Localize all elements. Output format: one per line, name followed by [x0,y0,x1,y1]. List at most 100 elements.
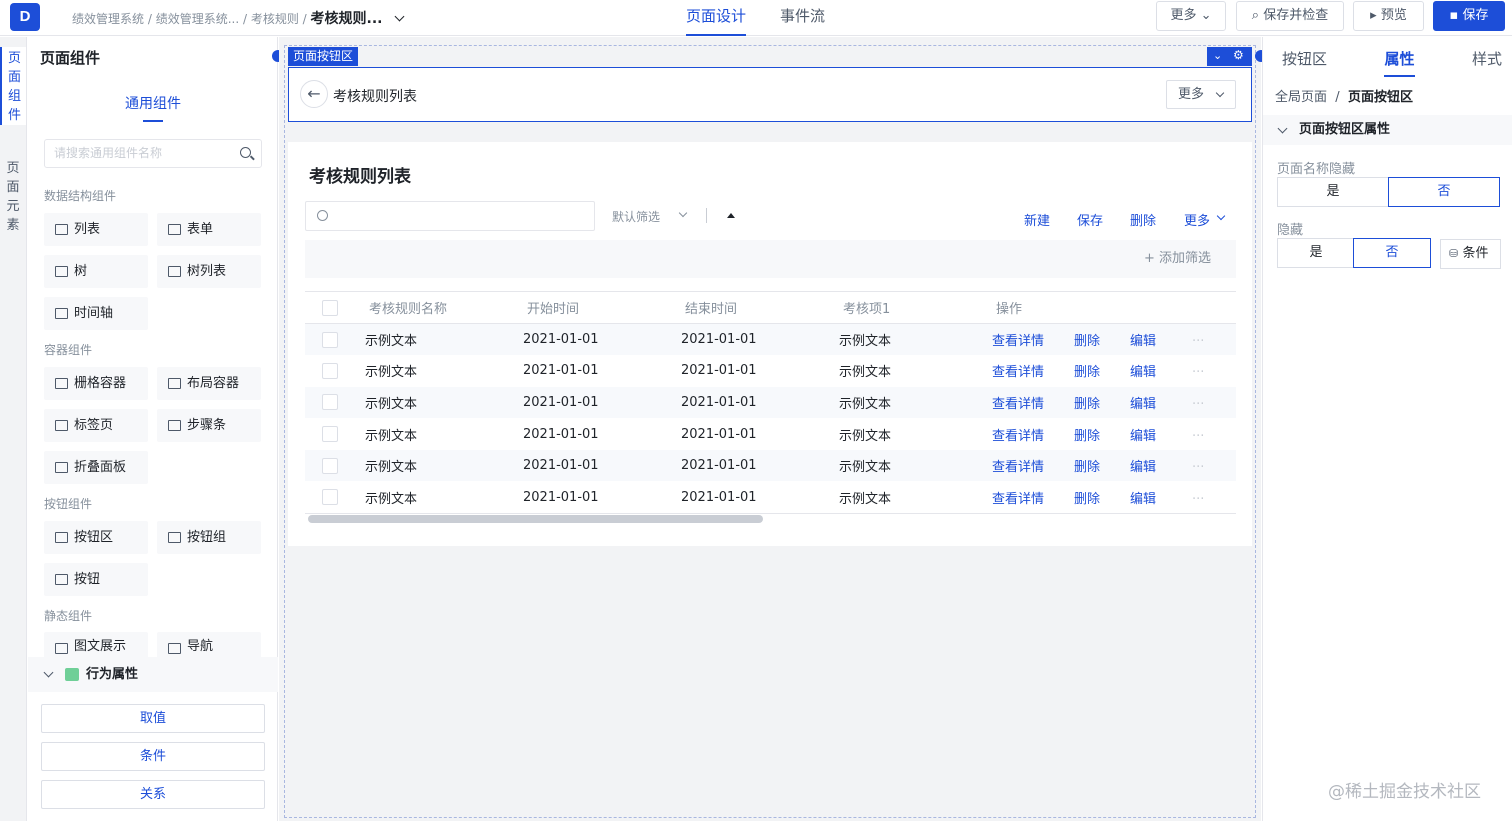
view-detail-link[interactable]: 查看详情 [992,334,1044,349]
tab-style[interactable]: 样式 [1472,48,1502,77]
vtab-page-elements[interactable]: 页面元素 [0,159,26,237]
preview-button[interactable]: ▸ 预览 [1353,1,1424,31]
view-detail-link[interactable]: 查看详情 [992,365,1044,380]
sort-up-icon[interactable] [727,213,735,218]
tab-event-flow[interactable]: 事件流 [780,0,825,36]
table-row[interactable]: 示例文本 2021-01-01 2021-01-01 示例文本 查看详情 删除 编辑 ··· [305,323,1236,356]
design-canvas[interactable]: 页面按钮区 ⌄ ⚙ ← 考核规则列表 更多 考核规则列表 默认筛选 新建 保存 … [279,37,1261,821]
component-navigation[interactable]: 导航 [157,632,261,658]
row-edit-link[interactable]: 编辑 [1130,429,1156,444]
save-button[interactable]: ▪ 保存 [1433,1,1505,31]
collapse-icon[interactable]: ⌄ [1213,49,1222,62]
component-timeline[interactable]: 时间轴 [44,297,148,330]
table-row[interactable]: 示例文本 2021-01-01 2021-01-01 示例文本 查看详情 删除 编辑 ··· [305,418,1236,450]
view-detail-link[interactable]: 查看详情 [992,460,1044,475]
breadcrumb-current[interactable]: 考核规则... [311,11,383,27]
column-header[interactable]: 考核项1 [829,291,982,324]
component-image-text[interactable]: 图文展示 [44,632,148,658]
column-header[interactable]: 开始时间 [513,291,671,324]
row-delete-link[interactable]: 删除 [1074,429,1100,444]
hide-yes[interactable]: 是 [1277,238,1355,268]
default-filter-select[interactable]: 默认筛选 [612,208,660,225]
more-dots-icon[interactable]: ··· [1192,397,1204,412]
tab-page-design[interactable]: 页面设计 [686,0,747,36]
row-checkbox[interactable] [322,362,338,379]
save-check-button[interactable]: ⌕ 保存并检查 [1236,1,1344,31]
view-detail-link[interactable]: 查看详情 [992,429,1044,444]
hide-name-yes[interactable]: 是 [1277,177,1389,207]
select-all-checkbox[interactable] [322,299,338,316]
page-button-area[interactable]: ← 考核规则列表 更多 [288,67,1252,122]
table-search-input[interactable] [305,201,595,231]
crumb-root[interactable]: 全局页面 [1275,90,1327,105]
table-row[interactable]: 示例文本 2021-01-01 2021-01-01 示例文本 查看详情 删除 编辑 ··· [305,449,1236,482]
component-collapse[interactable]: 折叠面板 [44,451,148,484]
component-grid-container[interactable]: 栅格容器 [44,367,148,400]
component-list[interactable]: 列表 [44,213,148,246]
tab-properties[interactable]: 属性 [1384,48,1415,77]
row-checkbox[interactable] [322,331,338,348]
value-button[interactable]: 取值 [41,704,265,733]
component-steps[interactable]: 步骤条 [157,409,261,442]
chevron-down-icon[interactable] [395,11,405,22]
table-row[interactable]: 示例文本 2021-01-01 2021-01-01 示例文本 查看详情 删除 编辑 ··· [305,355,1236,387]
row-edit-link[interactable]: 编辑 [1130,365,1156,380]
page-more-button[interactable]: 更多 [1166,80,1236,109]
condition-button[interactable]: ⛁ 条件 [1440,239,1501,269]
horizontal-scrollbar[interactable] [308,515,763,523]
component-tabs[interactable]: 标签页 [44,409,148,442]
row-checkbox[interactable] [322,394,338,411]
search-icon[interactable] [240,147,251,158]
more-dots-icon[interactable]: ··· [1192,365,1204,380]
row-delete-link[interactable]: 删除 [1074,397,1100,412]
view-detail-link[interactable]: 查看详情 [992,492,1044,507]
tab-common-components[interactable]: 通用组件 [28,93,278,122]
breadcrumb-item[interactable]: 绩效管理系统... [156,12,239,26]
row-checkbox[interactable] [322,489,338,506]
row-checkbox[interactable] [322,426,338,443]
selected-component-label[interactable]: 页面按钮区 [288,47,359,66]
gear-icon[interactable]: ⚙ [1233,48,1244,62]
property-section-header[interactable]: 页面按钮区属性 [1263,115,1512,145]
component-search-input[interactable]: 请搜索通用组件名称 [44,139,262,168]
delete-action-button[interactable]: 删除 [1130,210,1156,229]
component-tree[interactable]: 树 [44,255,148,288]
view-detail-link[interactable]: 查看详情 [992,397,1044,412]
back-arrow-icon[interactable]: ← [300,80,328,108]
row-delete-link[interactable]: 删除 [1074,460,1100,475]
tab-button-area[interactable]: 按钮区 [1282,48,1327,77]
component-button-group[interactable]: 按钮组 [157,521,261,554]
add-filter-button[interactable]: + 添加筛选 [305,240,1236,278]
row-checkbox[interactable] [322,457,338,474]
breadcrumb-item[interactable]: 考核规则 [251,12,299,26]
condition-button[interactable]: 条件 [41,742,265,771]
row-edit-link[interactable]: 编辑 [1130,397,1156,412]
row-edit-link[interactable]: 编辑 [1130,460,1156,475]
component-button-area[interactable]: 按钮区 [44,521,148,554]
component-form[interactable]: 表单 [157,213,261,246]
more-dots-icon[interactable]: ··· [1192,334,1204,349]
row-edit-link[interactable]: 编辑 [1130,334,1156,349]
more-dots-icon[interactable]: ··· [1192,492,1204,507]
new-button[interactable]: 新建 [1024,210,1050,229]
component-button[interactable]: 按钮 [44,563,148,596]
behavior-section-header[interactable]: 行为属性 [28,657,278,692]
row-delete-link[interactable]: 删除 [1074,492,1100,507]
table-row[interactable]: 示例文本 2021-01-01 2021-01-01 示例文本 查看详情 删除 编辑 ··· [305,386,1236,419]
row-delete-link[interactable]: 删除 [1074,365,1100,380]
component-layout-container[interactable]: 布局容器 [157,367,261,400]
actions-more-button[interactable]: 更多 [1184,210,1224,229]
row-delete-link[interactable]: 删除 [1074,334,1100,349]
row-edit-link[interactable]: 编辑 [1130,492,1156,507]
app-logo[interactable]: D [10,3,40,31]
more-button[interactable]: 更多 ⌄ [1156,1,1226,31]
more-dots-icon[interactable]: ··· [1192,429,1204,444]
vtab-page-components[interactable]: 页面组件 [0,47,26,125]
breadcrumb-item[interactable]: 绩效管理系统 [72,12,144,26]
column-header[interactable]: 结束时间 [671,291,829,324]
relation-button[interactable]: 关系 [41,780,265,809]
component-tree-list[interactable]: 树列表 [157,255,261,288]
more-dots-icon[interactable]: ··· [1192,460,1204,475]
hide-no[interactable]: 否 [1353,238,1431,268]
column-header[interactable]: 考核规则名称 [355,291,513,324]
